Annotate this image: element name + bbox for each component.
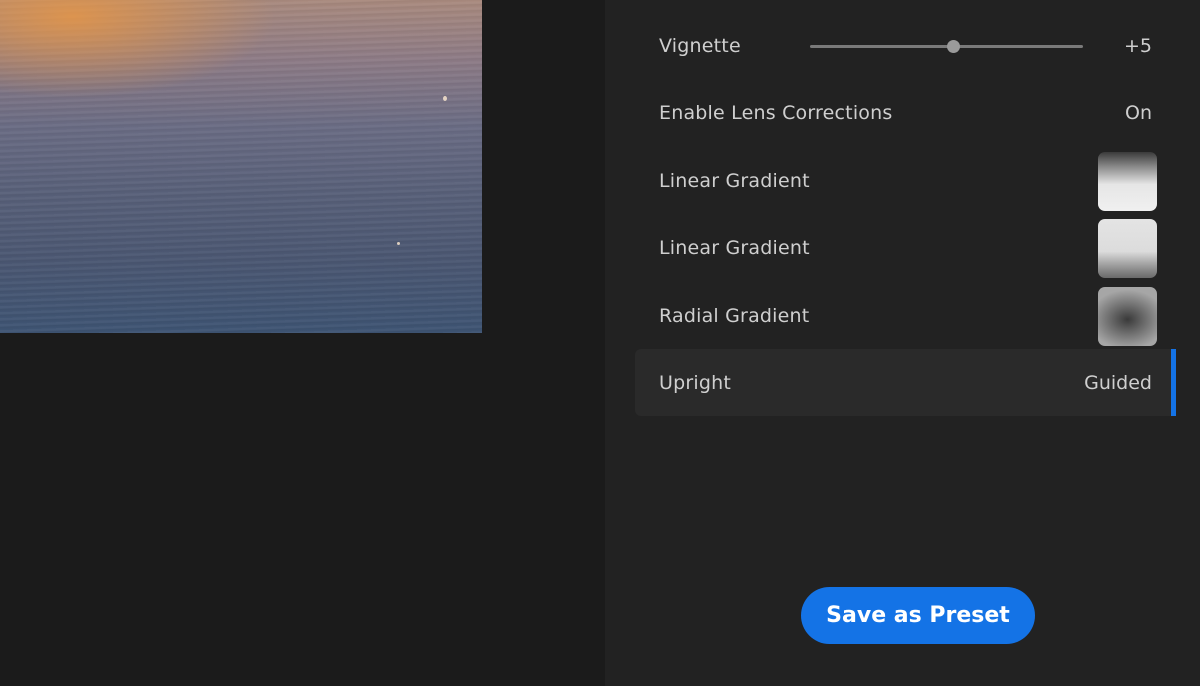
linear-gradient-row[interactable]: Linear Gradient	[635, 147, 1172, 214]
linear-gradient-thumbnail	[1098, 218, 1157, 278]
photo-highlight	[443, 96, 447, 101]
selection-indicator	[1171, 349, 1176, 416]
image-canvas	[0, 0, 605, 686]
radial-gradient-label: Radial Gradient	[659, 304, 810, 327]
vignette-slider[interactable]	[810, 40, 1083, 53]
edit-details-panel: Vignette +5 Enable Lens Corrections On L…	[605, 0, 1200, 686]
upright-row[interactable]: Upright Guided	[635, 349, 1176, 416]
save-as-preset-button[interactable]: Save as Preset	[801, 587, 1035, 644]
vignette-value: +5	[1123, 34, 1152, 57]
photo-highlight	[397, 242, 400, 245]
upright-value: Guided	[1084, 371, 1152, 394]
upright-label: Upright	[659, 371, 732, 394]
photo-preview[interactable]	[0, 0, 482, 333]
linear-gradient-thumbnail	[1098, 151, 1157, 211]
vignette-row: Vignette +5	[635, 12, 1172, 79]
lens-corrections-row[interactable]: Enable Lens Corrections On	[635, 79, 1172, 146]
linear-gradient-row[interactable]: Linear Gradient	[635, 214, 1172, 281]
lens-corrections-label: Enable Lens Corrections	[659, 101, 893, 124]
vignette-slider-thumb[interactable]	[946, 40, 960, 53]
radial-gradient-row[interactable]: Radial Gradient	[635, 282, 1172, 349]
linear-gradient-label: Linear Gradient	[659, 236, 810, 259]
radial-gradient-thumbnail	[1098, 286, 1157, 346]
linear-gradient-label: Linear Gradient	[659, 169, 810, 192]
vignette-label: Vignette	[659, 34, 741, 57]
lens-corrections-value: On	[1125, 101, 1152, 124]
